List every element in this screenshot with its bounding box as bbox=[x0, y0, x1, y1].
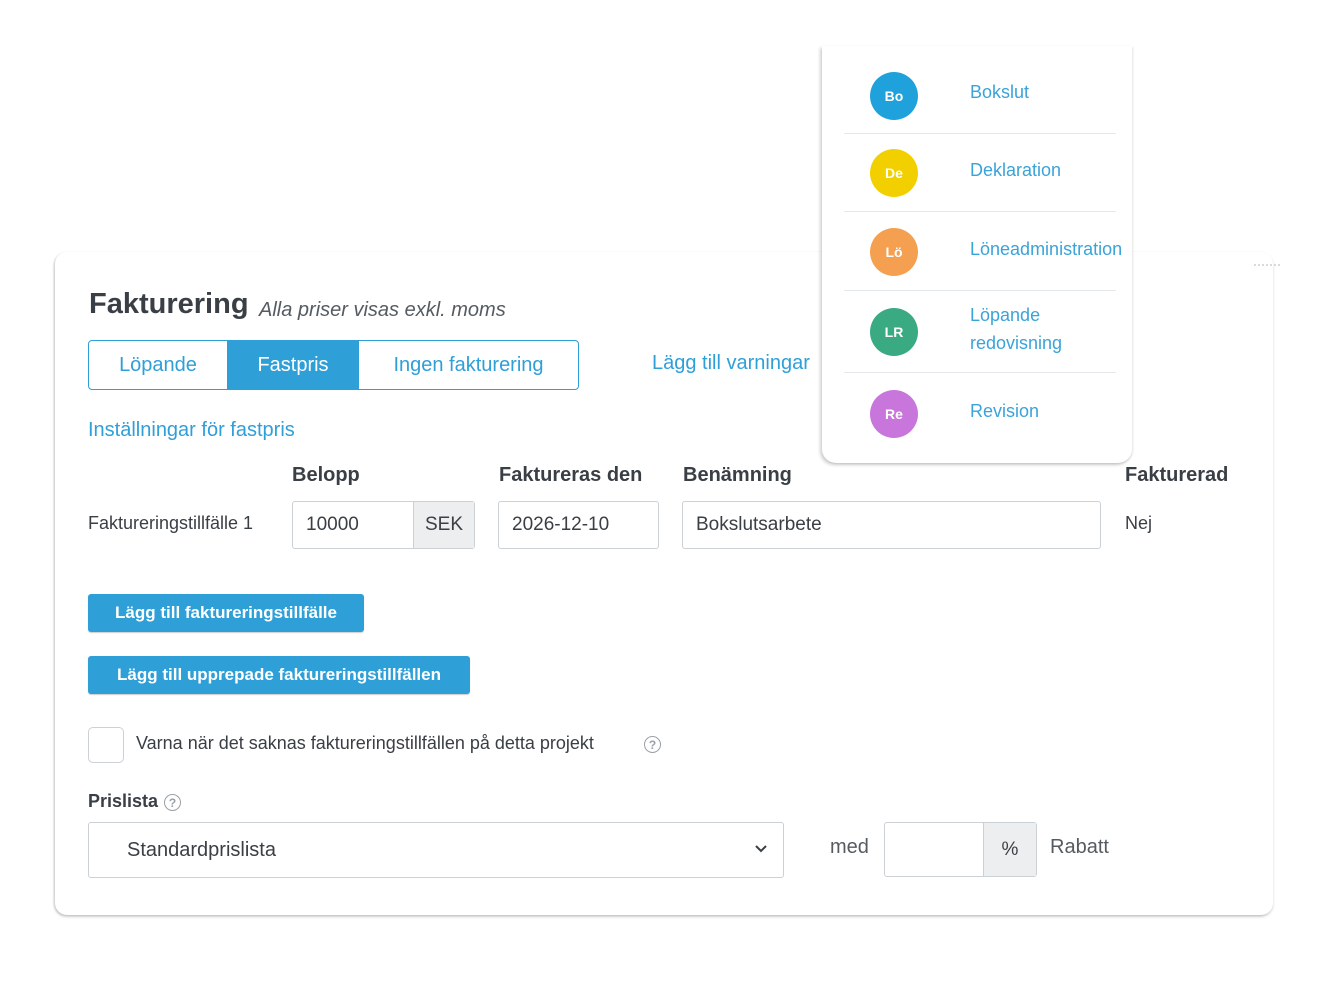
percent-addon: % bbox=[983, 823, 1036, 876]
tab-fastpris[interactable]: Fastpris bbox=[228, 341, 359, 389]
column-header-name: Benämning bbox=[683, 464, 792, 486]
tab-ingen-fakturering[interactable]: Ingen fakturering bbox=[359, 341, 578, 389]
invoice-date-value: 2026-12-10 bbox=[512, 514, 610, 535]
avatar: Re bbox=[870, 390, 918, 438]
dropdown-item-label: Deklaration bbox=[970, 160, 1062, 180]
dropdown-item-revision[interactable]: Re Revision bbox=[844, 373, 1116, 453]
page-title: Fakturering bbox=[89, 288, 249, 320]
dropdown-item-label: Bokslut bbox=[970, 82, 1030, 102]
name-value: Bokslutsarbete bbox=[696, 514, 822, 535]
warn-missing-occasions-label: Varna när det saknas faktureringstillfäl… bbox=[136, 733, 594, 753]
add-repeated-occasions-button[interactable]: Lägg till upprepade faktureringstillfäll… bbox=[88, 656, 470, 694]
amount-input[interactable]: 10000 SEK bbox=[292, 501, 475, 549]
column-header-amount: Belopp bbox=[292, 464, 360, 486]
invoiced-value: Nej bbox=[1125, 513, 1153, 533]
avatar: Bo bbox=[870, 72, 918, 120]
invoice-date-input[interactable]: 2026-12-10 bbox=[498, 501, 659, 549]
billing-type-segmented-control: Löpande Fastpris Ingen fakturering bbox=[88, 340, 579, 390]
dropdown-item-label: Revision bbox=[970, 401, 1040, 421]
column-header-invoice-date: Faktureras den bbox=[499, 464, 643, 486]
add-warnings-link[interactable]: Lägg till varningar bbox=[652, 352, 810, 375]
dropdown-item-deklaration[interactable]: De Deklaration bbox=[844, 134, 1116, 212]
dropdown-item-loneadministration[interactable]: Lö Löneadministration bbox=[844, 212, 1122, 291]
avatar: De bbox=[870, 149, 918, 197]
fixed-price-settings-heading: Inställningar för fastpris bbox=[88, 419, 295, 441]
avatar: LR bbox=[870, 308, 918, 356]
service-dropdown-menu: Bo Bokslut De Deklaration Lö Löneadminis… bbox=[822, 46, 1132, 463]
tab-lopande[interactable]: Löpande bbox=[89, 341, 228, 389]
warn-missing-occasions-checkbox[interactable] bbox=[88, 727, 124, 763]
question-circle-icon[interactable]: ? bbox=[164, 794, 181, 811]
avatar: Lö bbox=[870, 228, 918, 276]
discount-input[interactable]: % bbox=[884, 822, 1037, 877]
pricelist-select[interactable]: Standardprislista bbox=[88, 822, 784, 878]
dropdown-item-bokslut[interactable]: Bo Bokslut bbox=[844, 46, 1116, 134]
discount-label: Rabatt bbox=[1050, 836, 1109, 858]
page-subtitle: Alla priser visas exkl. moms bbox=[259, 299, 506, 321]
dropdown-item-label: Löpande redovisning bbox=[970, 305, 1063, 353]
dropdown-item-label: Löneadministration bbox=[970, 239, 1123, 259]
name-input[interactable]: Bokslutsarbete bbox=[682, 501, 1101, 549]
with-label: med bbox=[830, 836, 869, 858]
amount-value: 10000 bbox=[306, 514, 359, 535]
currency-addon: SEK bbox=[413, 502, 474, 548]
question-circle-icon[interactable]: ? bbox=[644, 736, 661, 753]
dropdown-item-lopande-redovisning[interactable]: LR Löpande redovisning bbox=[844, 291, 1116, 373]
pricelist-label: Prislista bbox=[88, 791, 159, 811]
occasion-row-label: Faktureringstillfälle 1 bbox=[88, 513, 254, 533]
chevron-down-icon bbox=[755, 845, 767, 853]
decorative-dots bbox=[1254, 264, 1280, 266]
column-header-invoiced: Fakturerad bbox=[1125, 464, 1229, 486]
pricelist-selected-value: Standardprislista bbox=[127, 838, 276, 861]
add-occasion-button[interactable]: Lägg till faktureringstillfälle bbox=[88, 594, 364, 632]
